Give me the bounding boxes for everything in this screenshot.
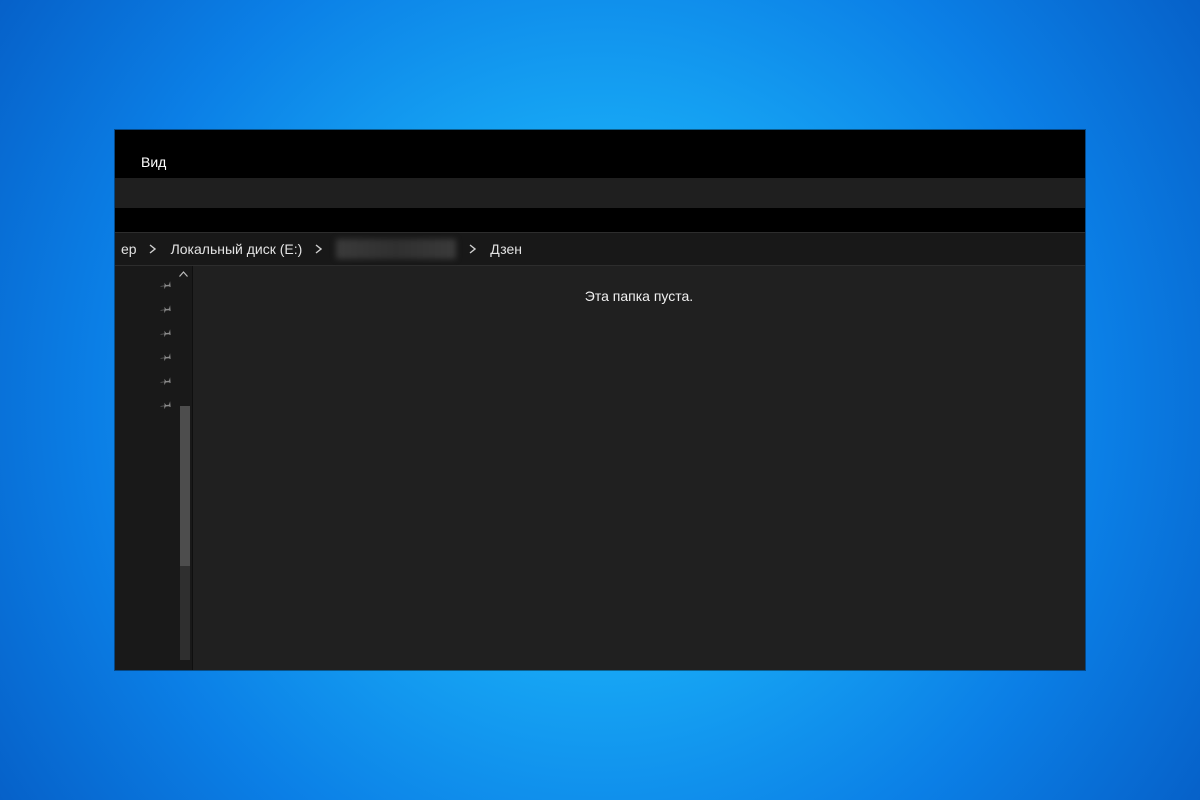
pin-icon [161, 279, 172, 290]
pin-icon [161, 399, 172, 410]
chevron-right-icon[interactable] [310, 233, 326, 265]
ribbon-band [115, 178, 1085, 208]
pin-icon [161, 327, 172, 338]
redacted-blur [336, 239, 456, 259]
quick-access-item[interactable] [115, 368, 192, 392]
breadcrumb-segment-folder[interactable]: Дзен [480, 233, 530, 265]
pin-icon [161, 303, 172, 314]
scroll-up-icon[interactable] [179, 270, 188, 280]
ribbon-spacer [115, 208, 1085, 232]
file-explorer-window: Вид ер Локальный диск (E:) Дзен [115, 130, 1085, 670]
breadcrumb-segment-redacted[interactable] [326, 233, 464, 265]
breadcrumb-segment-clipped[interactable]: ер [117, 233, 145, 265]
desktop-wallpaper: Вид ер Локальный диск (E:) Дзен [0, 0, 1200, 800]
chevron-right-icon[interactable] [464, 233, 480, 265]
pin-icon [161, 375, 172, 386]
ribbon-tab-strip: Вид [115, 130, 1085, 178]
pin-icon [161, 351, 172, 362]
ribbon-tab-view[interactable]: Вид [131, 148, 176, 178]
quick-access-item[interactable] [115, 320, 192, 344]
sidebar-scrollbar-thumb[interactable] [180, 406, 190, 566]
breadcrumb-segment-drive[interactable]: Локальный диск (E:) [161, 233, 311, 265]
navigation-pane[interactable] [115, 266, 193, 670]
quick-access-item[interactable] [115, 344, 192, 368]
chevron-right-icon[interactable] [145, 233, 161, 265]
explorer-body: Эта папка пуста. [115, 266, 1085, 670]
address-bar[interactable]: ер Локальный диск (E:) Дзен [115, 232, 1085, 266]
folder-content-pane[interactable]: Эта папка пуста. [193, 266, 1085, 670]
empty-folder-message: Эта папка пуста. [193, 288, 1085, 304]
quick-access-item[interactable] [115, 296, 192, 320]
